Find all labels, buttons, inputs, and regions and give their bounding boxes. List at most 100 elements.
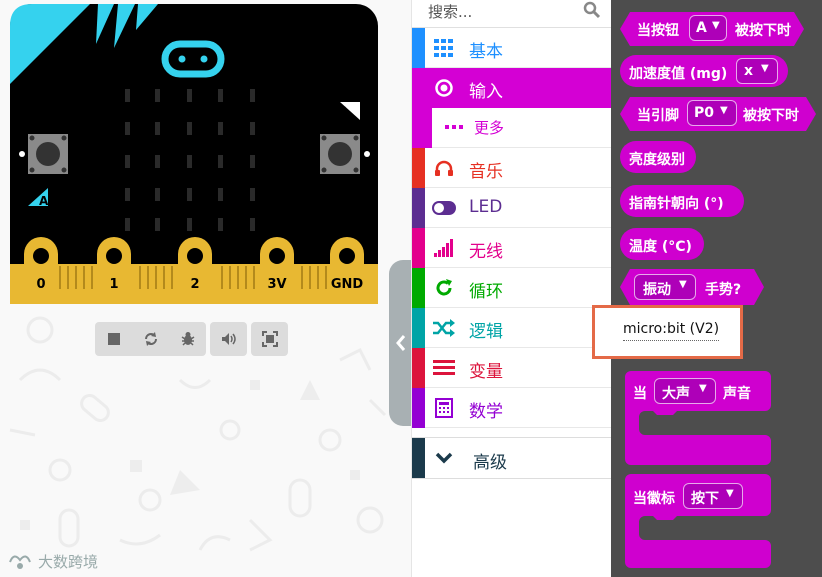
- mute-button[interactable]: [210, 322, 247, 356]
- pin-dropdown[interactable]: P0 ▼: [687, 100, 737, 126]
- logo-event-dropdown[interactable]: 按下 ▼: [683, 483, 743, 509]
- block-text: 加速度值 (mg): [629, 66, 728, 82]
- dropdown-arrow-icon: ▼: [726, 488, 734, 499]
- search-input[interactable]: [412, 0, 612, 24]
- pin-gnd-pad[interactable]: [330, 237, 364, 304]
- category-color-stripe: [412, 438, 425, 478]
- pin-label: 2: [190, 277, 199, 292]
- dropdown-arrow-icon: ▼: [720, 105, 728, 116]
- dropdown-value: A: [696, 20, 707, 36]
- pin-label: GND: [331, 277, 364, 292]
- watermark-text: 大数跨境: [38, 552, 99, 571]
- category-color-stripe: [412, 228, 425, 268]
- axis-dropdown[interactable]: x ▼: [736, 58, 778, 84]
- category-input[interactable]: 输入: [412, 68, 612, 108]
- category-label: 无线: [469, 242, 503, 262]
- shuffle-icon: [432, 317, 456, 339]
- calculator-icon: [432, 397, 456, 419]
- button-dropdown[interactable]: A ▼: [689, 15, 727, 41]
- restart-icon: [144, 332, 157, 346]
- category-color-stripe: [412, 28, 425, 68]
- lines-icon: [432, 357, 456, 379]
- pin-3v-pad[interactable]: [260, 237, 294, 304]
- category-input-more[interactable]: 更多: [412, 108, 612, 148]
- category-label: 高级: [473, 453, 507, 473]
- block-text: 亮度级别: [629, 152, 685, 168]
- toggle-icon: [432, 197, 456, 219]
- restart-button[interactable]: [132, 322, 169, 356]
- category-color-stripe: [412, 188, 425, 228]
- stop-icon: [107, 333, 120, 345]
- pin-label: 1: [109, 277, 118, 292]
- category-math[interactable]: 数学: [412, 388, 612, 428]
- category-label: 音乐: [469, 162, 503, 182]
- pin-1-pad[interactable]: [97, 237, 131, 304]
- block-text: 当: [633, 386, 647, 402]
- pin-label: 0: [36, 277, 45, 292]
- refresh-icon: [432, 277, 456, 299]
- button-b[interactable]: [320, 134, 360, 174]
- button-a-label: A: [39, 194, 49, 208]
- category-label: 变量: [469, 362, 503, 382]
- watermark: 大数跨境: [6, 550, 98, 572]
- block-temperature[interactable]: 温度 (°C): [620, 228, 704, 260]
- block-text: 当引脚: [637, 108, 679, 124]
- dots-icon: [442, 117, 466, 139]
- block-text: 当徽标: [633, 491, 675, 507]
- category-label: LED: [469, 197, 503, 217]
- pin-2-pad[interactable]: [178, 237, 212, 304]
- dropdown-arrow-icon: ▼: [712, 20, 720, 31]
- simulator-panel: A B 0 1 2 3V GND 大数跨境: [0, 0, 411, 577]
- debug-icon: [181, 332, 194, 346]
- dropdown-arrow-icon: ▼: [761, 63, 769, 74]
- button-b-label: B: [338, 104, 347, 118]
- category-music[interactable]: 音乐: [412, 148, 612, 188]
- block-text: 被按下时: [735, 23, 791, 39]
- category-label: 基本: [469, 42, 503, 62]
- category-logic[interactable]: 逻辑: [412, 308, 612, 348]
- category-variables[interactable]: 变量: [412, 348, 612, 388]
- category-radio[interactable]: 无线: [412, 228, 612, 268]
- gesture-dropdown[interactable]: 振动 ▼: [634, 274, 696, 300]
- dropdown-value: 大声: [662, 386, 690, 402]
- grid-icon: [432, 37, 456, 59]
- block-compass-heading[interactable]: 指南针朝向 (°): [620, 185, 744, 217]
- button-a[interactable]: [28, 134, 68, 174]
- toolbox: 基本 输入 更多 音乐 LED 无线 循环 逻辑 变量: [411, 0, 612, 577]
- microbit-board[interactable]: A B 0 1 2 3V GND: [10, 4, 378, 304]
- debug-button[interactable]: [169, 322, 206, 356]
- sound-dropdown[interactable]: 大声 ▼: [654, 378, 716, 404]
- block-text: 当按钮: [637, 23, 679, 39]
- collapse-simulator-handle[interactable]: [389, 260, 413, 426]
- chevron-left-icon: [396, 335, 406, 351]
- highlight-box: [592, 305, 743, 359]
- block-flyout: 当按钮 A ▼ 被按下时 加速度值 (mg) x ▼ 当引脚 P0 ▼ 被按下时…: [611, 0, 822, 577]
- block-text: 被按下时: [743, 108, 799, 124]
- category-loops[interactable]: 循环: [412, 268, 612, 308]
- category-led[interactable]: LED: [412, 188, 612, 228]
- category-label: 数学: [469, 402, 503, 422]
- dropdown-arrow-icon: ▼: [679, 279, 687, 290]
- block-text: 指南针朝向 (°): [629, 196, 724, 212]
- category-basic[interactable]: 基本: [412, 28, 612, 68]
- category-label: 逻辑: [469, 322, 503, 342]
- category-advanced[interactable]: 高级: [412, 437, 612, 479]
- dropdown-value: x: [744, 63, 754, 79]
- watermark-logo-icon: [9, 555, 31, 569]
- stop-button[interactable]: [95, 322, 132, 356]
- dropdown-value: 振动: [643, 282, 671, 298]
- pin-label: 3V: [267, 277, 286, 292]
- search-icon[interactable]: [583, 1, 601, 19]
- block-text: 手势?: [705, 282, 742, 298]
- fullscreen-button[interactable]: [251, 322, 288, 356]
- block-text: 声音: [723, 386, 751, 402]
- category-label: 输入: [469, 82, 503, 102]
- category-label: 循环: [469, 282, 503, 302]
- fullscreen-icon: [261, 331, 278, 347]
- block-text: 温度 (°C): [629, 239, 692, 255]
- pin-0-pad[interactable]: [24, 237, 58, 304]
- dropdown-value: P0: [694, 105, 715, 121]
- block-light-level[interactable]: 亮度级别: [620, 141, 696, 173]
- chevron-down-icon: [435, 452, 453, 464]
- dropdown-value: 按下: [691, 491, 719, 507]
